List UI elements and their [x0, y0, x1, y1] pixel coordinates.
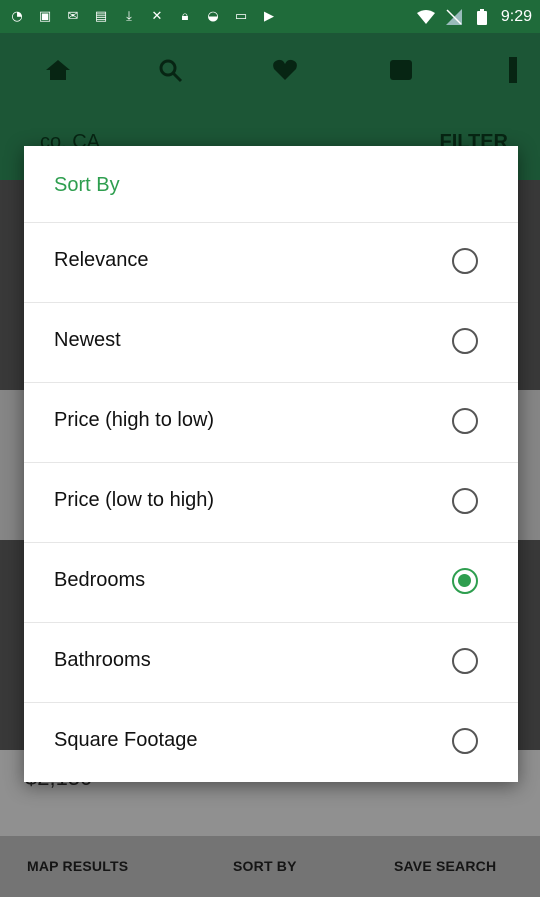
- status-bar: ◔ ▣ ✉ ▤ ⤓ ✕ 🔒︎ ◒ ▭ ▶ 9:29: [0, 0, 540, 33]
- sort-option-bedrooms[interactable]: Bedrooms: [24, 542, 518, 622]
- sort-by-dialog: Sort By Relevance Newest Price (high to …: [24, 146, 518, 782]
- sort-option-price-low-high[interactable]: Price (low to high): [24, 462, 518, 542]
- sort-option-square-footage[interactable]: Square Footage: [24, 702, 518, 782]
- option-label: Price (high to low): [54, 409, 215, 431]
- radio-button[interactable]: [452, 248, 478, 274]
- lock-icon: 🔒︎: [181, 9, 189, 24]
- sort-option-newest[interactable]: Newest: [24, 302, 518, 382]
- radio-button[interactable]: [452, 728, 478, 754]
- android-icon: ◒: [207, 9, 219, 24]
- clock: 9:29: [500, 7, 532, 25]
- option-label: Bedrooms: [54, 569, 146, 591]
- option-label: Relevance: [54, 249, 149, 271]
- no-sim-icon: [445, 8, 463, 25]
- status-bar-right: 9:29: [416, 7, 532, 26]
- status-bar-left: ◔ ▣ ✉ ▤ ⤓ ✕ 🔒︎ ◒ ▭ ▶: [8, 9, 278, 25]
- option-label: Price (low to high): [54, 489, 215, 511]
- mail-icon: ✉: [67, 9, 79, 24]
- inbox-icon: ▭: [234, 9, 248, 24]
- dialog-title: Sort By: [54, 174, 120, 196]
- option-label: Bathrooms: [54, 649, 151, 671]
- radio-button-selected[interactable]: [452, 568, 478, 594]
- gallery-icon: ▣: [38, 9, 52, 24]
- download-icon: ⤓: [126, 9, 132, 24]
- sort-option-bathrooms[interactable]: Bathrooms: [24, 622, 518, 702]
- option-label: Newest: [54, 329, 121, 351]
- radio-button[interactable]: [452, 648, 478, 674]
- no-signal-icon: ✕: [151, 9, 163, 24]
- radio-button[interactable]: [452, 488, 478, 514]
- radio-button[interactable]: [452, 328, 478, 354]
- wifi-icon: [416, 9, 435, 25]
- sim-icon: ▤: [94, 9, 108, 24]
- notification-icon: ◔: [11, 9, 23, 24]
- battery-icon: [473, 8, 491, 25]
- option-label: Square Footage: [54, 729, 198, 751]
- sort-option-price-high-low[interactable]: Price (high to low): [24, 382, 518, 462]
- radio-button[interactable]: [452, 408, 478, 434]
- sort-option-relevance[interactable]: Relevance: [24, 222, 518, 302]
- play-icon: ▶: [264, 9, 274, 24]
